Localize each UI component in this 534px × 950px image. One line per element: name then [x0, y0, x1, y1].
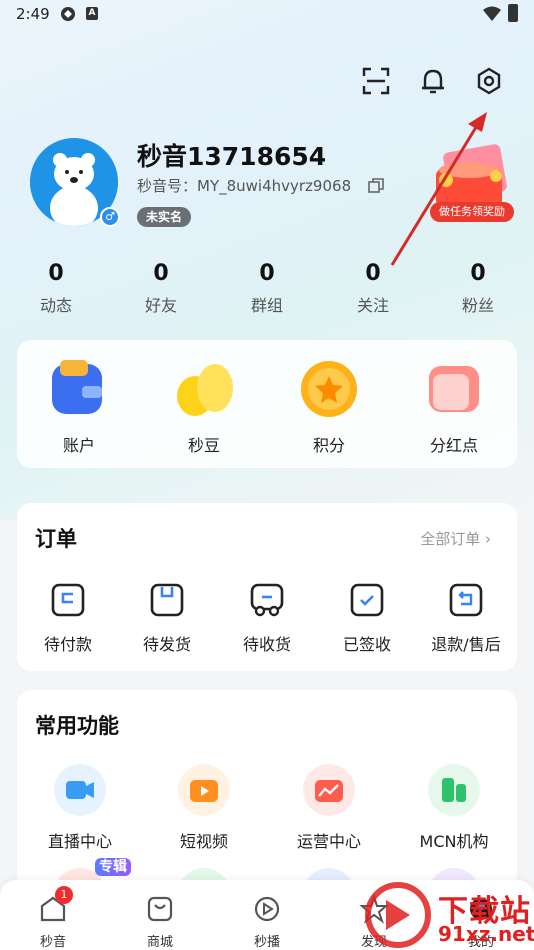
- video-camera-icon: [54, 764, 106, 816]
- stat-label: 好友: [144, 296, 177, 315]
- order-label: 退款/售后: [431, 635, 501, 654]
- a-status-icon: A: [86, 7, 98, 20]
- func-short-video[interactable]: 短视频: [149, 764, 259, 852]
- order-signed[interactable]: 已签收: [322, 583, 412, 655]
- wallet-icon: [52, 360, 102, 414]
- tab-label: 商城: [146, 935, 173, 950]
- wifi-icon: [483, 6, 501, 21]
- wallet-label: 秒豆: [187, 436, 220, 455]
- scan-icon[interactable]: [361, 66, 391, 96]
- func-label: 直播中心: [47, 832, 112, 851]
- wallet-label: 账户: [62, 436, 95, 455]
- func-operations-center[interactable]: 运营中心: [274, 764, 384, 852]
- pending-shipment-icon: [150, 583, 184, 617]
- wallet-card: 账户 秒豆 积分 分红点: [17, 340, 517, 468]
- order-pending-receipt[interactable]: 待收货: [222, 583, 312, 655]
- stat-following[interactable]: 0 关注: [333, 258, 413, 316]
- notification-badge: 1: [55, 886, 73, 904]
- realname-status-badge[interactable]: 未实名: [137, 207, 192, 227]
- shopping-bag-icon: [147, 896, 173, 922]
- pending-payment-icon: [51, 583, 85, 617]
- stat-label: 粉丝: [461, 296, 494, 315]
- stat-value: 0: [48, 261, 64, 286]
- wallet-label: 积分: [312, 436, 345, 455]
- app-status-icon: [61, 7, 75, 21]
- reward-task-button[interactable]: 做任务领奖励: [430, 202, 514, 222]
- orders-title: 订单: [35, 527, 77, 551]
- wallet-label: 分红点: [429, 436, 478, 455]
- watermark-url: 91xz.net: [438, 922, 534, 946]
- status-time: 2:49: [16, 5, 50, 23]
- tab-label: 秒音: [39, 935, 66, 950]
- order-label: 已签收: [342, 635, 391, 654]
- tab-miaoyin[interactable]: 1 秒音: [23, 886, 83, 950]
- wallet-beans[interactable]: 秒豆: [164, 358, 244, 456]
- order-refund[interactable]: 退款/售后: [421, 583, 511, 655]
- func-label: 运营中心: [296, 832, 361, 851]
- bell-icon[interactable]: [418, 66, 448, 96]
- tv-play-icon: [178, 764, 230, 816]
- gender-male-icon: ♂: [100, 207, 120, 227]
- order-label: 待收货: [242, 635, 291, 654]
- func-live-center[interactable]: 直播中心: [25, 764, 135, 852]
- func-mcn[interactable]: MCN机构: [399, 764, 509, 852]
- all-orders-link[interactable]: 全部订单 ›: [420, 528, 491, 549]
- wallet-account[interactable]: 账户: [39, 358, 119, 456]
- stats-row: 0 动态 0 好友 0 群组 0 关注 0 粉丝: [0, 258, 534, 320]
- stat-label: 关注: [356, 296, 389, 315]
- play-bubble-icon: [254, 896, 280, 922]
- dividend-ticket-icon: [429, 366, 479, 412]
- stat-value: 0: [365, 261, 381, 286]
- stat-groups[interactable]: 0 群组: [227, 258, 307, 316]
- user-id: 秒音号：MY_8uwi4hvyrz9068: [137, 177, 352, 195]
- common-functions-card: 常用功能 直播中心 短视频 运营中心 MCN机构 专辑: [17, 690, 517, 898]
- album-tag: 专辑: [95, 858, 131, 876]
- stat-label: 群组: [250, 296, 283, 315]
- order-label: 待发货: [142, 635, 191, 654]
- func-label: 短视频: [179, 832, 228, 851]
- signed-check-icon: [350, 583, 384, 617]
- stat-value: 0: [259, 261, 275, 286]
- stat-posts[interactable]: 0 动态: [16, 258, 96, 316]
- status-bar: 2:49 A: [0, 0, 534, 30]
- order-label: 待付款: [43, 635, 92, 654]
- refund-icon: [449, 583, 483, 617]
- func-label: MCN机构: [419, 832, 489, 851]
- stat-fans[interactable]: 0 粉丝: [438, 258, 518, 316]
- star-coin-icon: [301, 361, 357, 417]
- battery-icon: [508, 4, 518, 22]
- beans-icon: [177, 364, 233, 416]
- orders-card: 订单 全部订单 › 待付款 待发货 待收货 已签收 退款/售后: [17, 503, 517, 671]
- stat-value: 0: [470, 261, 486, 286]
- wallet-dividend[interactable]: 分红点: [414, 358, 494, 456]
- tab-miaobo[interactable]: 秒播: [237, 894, 297, 950]
- tab-label: 秒播: [253, 935, 280, 950]
- order-pending-payment[interactable]: 待付款: [23, 583, 113, 655]
- stat-friends[interactable]: 0 好友: [121, 258, 201, 316]
- wallet-points[interactable]: 积分: [289, 358, 369, 456]
- mcn-building-icon: [428, 764, 480, 816]
- stat-label: 动态: [39, 296, 72, 315]
- stat-value: 0: [153, 261, 169, 286]
- username: 秒音13718654: [137, 142, 327, 171]
- order-pending-shipment[interactable]: 待发货: [122, 583, 212, 655]
- gear-icon[interactable]: [474, 66, 504, 96]
- truck-icon: [250, 583, 284, 617]
- tab-mall[interactable]: 商城: [130, 894, 190, 950]
- functions-title: 常用功能: [35, 714, 119, 738]
- operations-chart-icon: [303, 764, 355, 816]
- copy-icon[interactable]: [368, 178, 384, 194]
